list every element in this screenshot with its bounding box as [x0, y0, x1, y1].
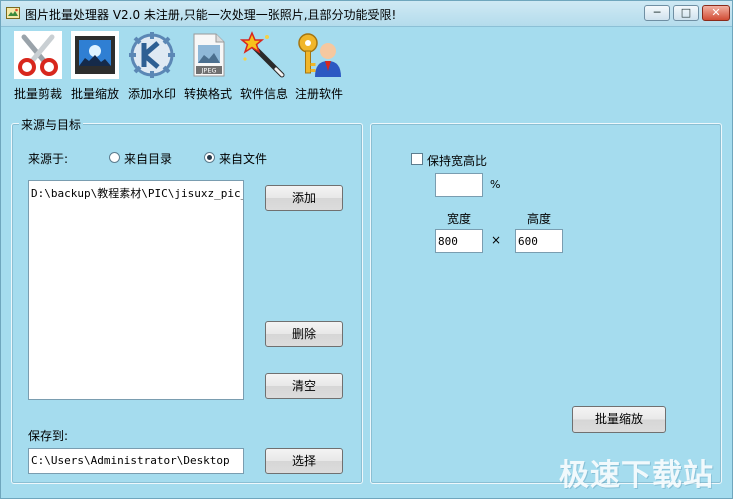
width-input[interactable]: 800 — [435, 229, 483, 253]
height-input[interactable]: 600 — [515, 229, 563, 253]
minimize-button[interactable]: ─ — [644, 5, 670, 21]
source-label: 来源于: — [28, 152, 69, 166]
jpeg-file-icon: JPEG — [193, 33, 225, 77]
app-icon — [6, 7, 20, 19]
window-title: 图片批量处理器 V2.0 未注册,只能一次处理一张照片,且部分功能受限! — [25, 8, 397, 22]
save-path-input[interactable]: C:\Users\Administrator\Desktop — [28, 448, 244, 474]
toolbar-resize-button[interactable]: 批量缩放 — [69, 31, 121, 102]
clear-button[interactable]: 清空 — [265, 373, 343, 399]
key-user-icon — [298, 33, 341, 77]
percent-input[interactable] — [435, 173, 483, 197]
title-bar: 图片批量处理器 V2.0 未注册,只能一次处理一张照片,且部分功能受限! ─ □… — [1, 1, 732, 27]
choose-button[interactable]: 选择 — [265, 448, 343, 474]
keep-ratio-label[interactable]: 保持宽高比 — [427, 152, 487, 169]
picture-icon — [71, 31, 119, 79]
toolbar-label: 添加水印 — [127, 87, 176, 101]
keep-ratio-checkbox[interactable] — [411, 153, 423, 165]
percent-unit: % — [490, 178, 501, 191]
delete-button[interactable]: 删除 — [265, 321, 343, 347]
toolbar-register-button[interactable]: 注册软件 — [293, 31, 345, 102]
toolbar-label: 注册软件 — [294, 87, 343, 101]
toolbar-label: 软件信息 — [239, 87, 288, 101]
site-watermark: 极速下载站 — [559, 458, 714, 493]
source-target-legend: 来源与目标 — [19, 116, 84, 133]
close-button[interactable]: ✕ — [702, 5, 730, 21]
magic-wand-icon — [240, 31, 285, 78]
radio-from-file[interactable] — [204, 152, 215, 163]
toolbar-label: 批量缩放 — [70, 87, 119, 101]
save-to-label: 保存到: — [28, 429, 69, 443]
jpeg-badge-text: JPEG — [201, 67, 217, 75]
height-label: 高度 — [527, 212, 552, 226]
add-button[interactable]: 添加 — [265, 185, 343, 211]
radio-from-directory-label[interactable]: 来自目录 — [124, 150, 172, 167]
list-item[interactable]: D:\backup\教程素材\PIC\jisuxz_pic_4 — [29, 181, 243, 201]
toolbar-info-button[interactable]: 软件信息 — [238, 31, 290, 102]
times-sign: × — [491, 233, 502, 247]
radio-from-file-label[interactable]: 来自文件 — [219, 150, 267, 167]
width-label: 宽度 — [447, 212, 472, 226]
toolbar-watermark-button[interactable]: 添加水印 — [126, 31, 178, 102]
radio-from-directory[interactable] — [109, 152, 120, 163]
toolbar-label: 转换格式 — [183, 87, 232, 101]
toolbar-crop-button[interactable]: 批量剪裁 — [12, 31, 64, 102]
file-listbox[interactable]: D:\backup\教程素材\PIC\jisuxz_pic_4 — [28, 180, 244, 400]
kde-gear-icon — [129, 32, 175, 78]
scissors-icon — [14, 31, 62, 79]
resize-options-group — [370, 123, 722, 484]
app-window: 图片批量处理器 V2.0 未注册,只能一次处理一张照片,且部分功能受限! ─ □… — [0, 0, 733, 499]
toolbar-label: 批量剪裁 — [13, 87, 62, 101]
maximize-button[interactable]: □ — [673, 5, 699, 21]
batch-resize-button[interactable]: 批量缩放 — [572, 406, 666, 433]
toolbar-convert-button[interactable]: JPEG 转换格式 — [182, 31, 234, 102]
